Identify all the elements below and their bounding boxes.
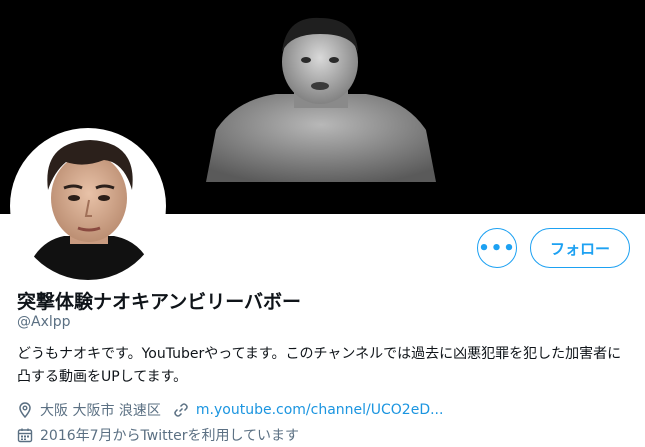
follow-button[interactable]: フォロー [530, 228, 630, 268]
more-options-button[interactable]: ••• [477, 228, 517, 268]
profile-avatar[interactable] [10, 128, 166, 284]
calendar-icon [17, 428, 33, 443]
link-icon [174, 403, 188, 417]
profile-joined-row: 2016年7月からTwitterを利用しています [17, 424, 299, 446]
profile-url-link[interactable]: m.youtube.com/channel/UCO2eD... [196, 402, 444, 418]
banner-photo [206, 17, 436, 182]
more-icon: ••• [478, 237, 516, 259]
avatar-photo [14, 132, 162, 280]
display-name: 突撃体験ナオキアンビリーバボー [17, 291, 302, 313]
user-handle: @Axlpp [17, 314, 71, 330]
profile-meta-row: 大阪 大阪市 浪速区 m.youtube.com/channel/UCO2eD.… [17, 399, 443, 421]
profile-join-date: 2016年7月からTwitterを利用しています [40, 428, 300, 444]
follow-button-label: フォロー [549, 239, 610, 258]
profile-bio: どうもナオキです。YouTuberやってます。このチャンネルでは過去に凶悪犯罪を… [17, 346, 622, 385]
profile-location: 大阪 大阪市 浪速区 [40, 403, 161, 419]
location-pin-icon [19, 402, 31, 418]
